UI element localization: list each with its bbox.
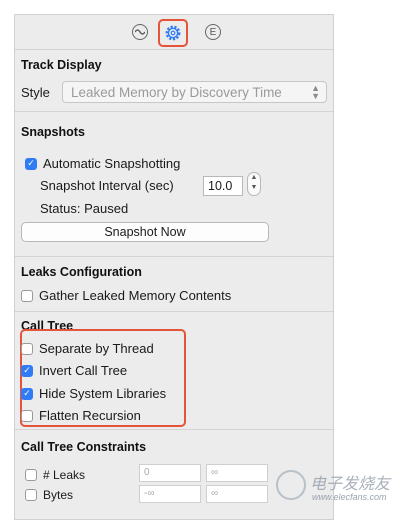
bytes-constraint-checkbox[interactable] <box>25 489 37 501</box>
watermark-url: www.elecfans.com <box>312 492 387 502</box>
auto-snapshot-checkbox[interactable]: ✓ <box>25 157 37 170</box>
style-popup[interactable]: Leaked Memory by Discovery Time ▲ ▼ <box>62 81 327 103</box>
interval-field[interactable]: 10.0 <box>203 176 243 196</box>
inspector-panel: E Track Display Style Leaked Memory by D… <box>14 14 334 520</box>
constraints-title: Call Tree Constraints <box>21 440 147 454</box>
snapshot-now-button[interactable]: Snapshot Now <box>21 222 269 242</box>
bytes-max-field[interactable]: ∞ <box>206 485 268 503</box>
hide-system-libraries-checkbox[interactable]: ✓ <box>21 387 33 400</box>
call-tree-option[interactable]: ✓ Invert Call Tree <box>21 363 127 378</box>
bytes-constraint-label: Bytes <box>43 488 74 502</box>
leaks-max-field[interactable]: ∞ <box>206 464 268 482</box>
popup-arrows-icon: ▲ ▼ <box>311 83 320 101</box>
call-tree-option[interactable]: ✓ Hide System Libraries <box>21 386 166 401</box>
leaks-config-section: Leaks Configuration <box>15 256 333 312</box>
call-tree-option[interactable]: Flatten Recursion <box>21 408 141 423</box>
status-text: Status: Paused <box>40 201 129 216</box>
separate-by-thread-label: Separate by Thread <box>39 341 154 356</box>
invert-call-tree-checkbox[interactable]: ✓ <box>21 364 33 377</box>
style-label: Style <box>21 85 50 100</box>
hide-system-libraries-label: Hide System Libraries <box>39 386 167 401</box>
extended-info-icon[interactable]: E <box>205 24 221 40</box>
leaks-constraint-checkbox[interactable] <box>25 469 37 481</box>
snapshots-title: Snapshots <box>21 125 85 139</box>
interval-label: Snapshot Interval (sec) <box>40 178 174 193</box>
auto-snapshot-label: Automatic Snapshotting <box>43 156 181 171</box>
leaks-constraint-label: # Leaks <box>43 468 86 482</box>
auto-snapshot-row[interactable]: ✓ Automatic Snapshotting <box>25 156 180 171</box>
track-display-title: Track Display <box>21 58 102 72</box>
bytes-constraint-row[interactable]: Bytes <box>25 488 73 502</box>
invert-call-tree-label: Invert Call Tree <box>39 363 128 378</box>
separate-by-thread-checkbox[interactable] <box>21 342 33 355</box>
watermark-text: 电子发烧友 <box>310 476 391 493</box>
extended-info-glyph: E <box>209 26 217 38</box>
settings-tab-highlight[interactable] <box>158 19 188 47</box>
gear-icon <box>165 25 181 41</box>
leaks-constraint-row[interactable]: # Leaks <box>25 468 85 482</box>
leaks-min-field[interactable]: 0 <box>139 464 201 482</box>
style-value: Leaked Memory by Discovery Time <box>71 84 282 100</box>
flatten-recursion-label: Flatten Recursion <box>39 408 141 423</box>
inspector-toolbar: E <box>15 15 333 50</box>
flatten-recursion-checkbox[interactable] <box>21 409 33 422</box>
gather-contents-checkbox[interactable] <box>21 289 33 302</box>
gather-contents-label: Gather Leaked Memory Contents <box>39 288 232 303</box>
interval-stepper[interactable]: ▲ ▼ <box>247 172 261 196</box>
waveform-icon[interactable] <box>132 24 148 40</box>
leaks-config-title: Leaks Configuration <box>21 265 142 279</box>
watermark-logo <box>276 470 306 500</box>
bytes-min-field[interactable]: -∞ <box>139 485 201 503</box>
gather-contents-row[interactable]: Gather Leaked Memory Contents <box>21 288 231 303</box>
call-tree-option[interactable]: Separate by Thread <box>21 341 154 356</box>
